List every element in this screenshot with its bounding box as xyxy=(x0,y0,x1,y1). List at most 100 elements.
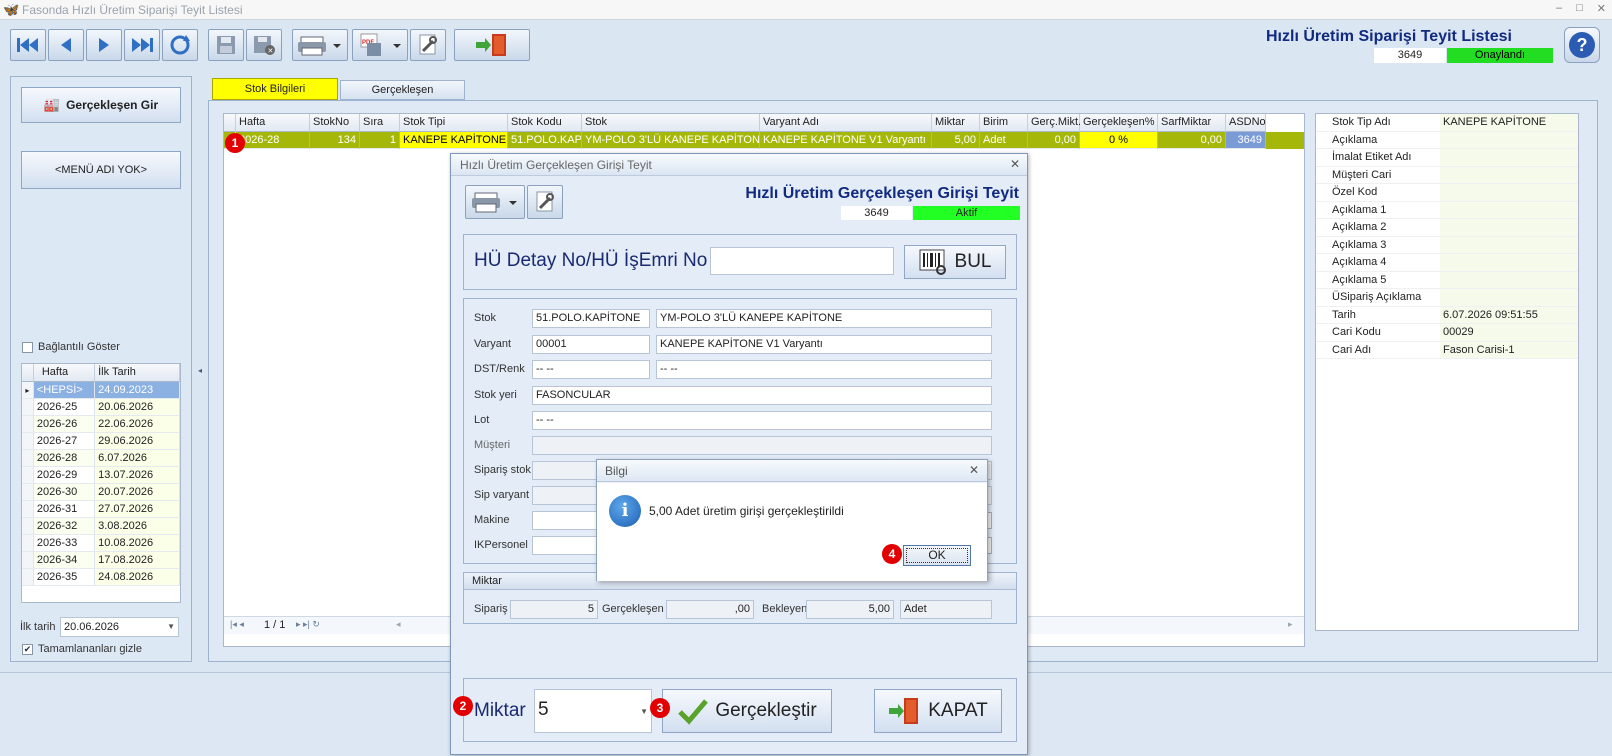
ok-button[interactable]: OK xyxy=(903,545,971,566)
varyant-code-field[interactable]: 00001 xyxy=(532,335,650,354)
property-row[interactable]: Açıklama xyxy=(1316,131,1578,149)
week-row[interactable]: 2026-31 27.07.2026 xyxy=(22,501,180,518)
message-box-close-icon[interactable]: ✕ xyxy=(969,463,979,477)
property-row[interactable]: Stok Tip Adı KANEPE KAPİTONE xyxy=(1316,114,1578,132)
tab-stok-bilgileri[interactable]: Stok Bilgileri xyxy=(212,78,338,100)
column-header-ilk-tarih[interactable]: İlk Tarih xyxy=(95,364,180,382)
tamamlananlari-gizle-option[interactable]: ✔ Tamamlananları gizle xyxy=(22,643,142,655)
row-indicator[interactable] xyxy=(22,569,34,586)
property-row[interactable]: Açıklama 3 xyxy=(1316,236,1578,254)
dialog-settings-button[interactable] xyxy=(527,185,563,219)
pager-next-icon[interactable]: ▸ ▸| ↻ xyxy=(296,619,320,630)
pager-first-icon[interactable]: |◂ ◂ xyxy=(230,619,244,630)
delete-button[interactable]: ✕ xyxy=(246,29,282,61)
property-row[interactable]: Açıklama 2 xyxy=(1316,219,1578,237)
column-header[interactable]: ASDNo xyxy=(1226,114,1266,132)
dst-name-field[interactable]: -- -- xyxy=(656,360,992,379)
column-header[interactable]: StokNo xyxy=(310,114,360,132)
menu-adi-yok-button[interactable]: <MENÜ ADI YOK> xyxy=(21,151,181,189)
property-row[interactable]: Açıklama 4 xyxy=(1316,254,1578,272)
stok-yeri-field[interactable]: FASONCULAR xyxy=(532,386,992,405)
row-indicator[interactable] xyxy=(22,484,34,501)
week-row[interactable]: 2026-26 22.06.2026 xyxy=(22,416,180,433)
week-row[interactable]: 2026-27 29.06.2026 xyxy=(22,433,180,450)
column-header[interactable]: Miktar xyxy=(932,114,980,132)
column-header[interactable]: Varyant Adı xyxy=(760,114,932,132)
week-row[interactable]: 2026-32 3.08.2026 xyxy=(22,518,180,535)
week-row[interactable]: 2026-35 24.08.2026 xyxy=(22,569,180,586)
property-row[interactable]: İmalat Etiket Adı xyxy=(1316,149,1578,167)
week-row[interactable]: 2026-33 10.08.2026 xyxy=(22,535,180,552)
dst-code-field[interactable]: -- -- xyxy=(532,360,650,379)
property-row[interactable]: Özel Kod xyxy=(1316,184,1578,202)
stok-code-field[interactable]: 51.POLO.KAPİTONE xyxy=(532,309,650,328)
dialog-close-icon[interactable]: ✕ xyxy=(1010,157,1020,171)
gerceklesen-gir-button[interactable]: 🏭 Gerçekleşen Gir xyxy=(21,87,181,123)
tamamlananlari-gizle-checkbox[interactable]: ✔ xyxy=(22,643,33,655)
splitter-left-arrow[interactable]: ◂ xyxy=(198,366,202,375)
settings-button[interactable] xyxy=(410,29,446,61)
property-row[interactable]: Tarih 6.07.2026 09:51:55 xyxy=(1316,306,1578,324)
first-record-button[interactable] xyxy=(10,29,46,61)
column-header-hafta[interactable]: Hafta xyxy=(33,364,96,382)
stok-name-field[interactable]: YM-POLO 3'LÜ KANEPE KAPİTONE xyxy=(656,309,992,328)
minimize-icon[interactable]: – xyxy=(1556,2,1562,15)
column-header[interactable]: SarfMiktar xyxy=(1158,114,1226,132)
column-header[interactable]: Hafta xyxy=(236,114,310,132)
chevron-down-icon[interactable]: ▼ xyxy=(640,690,648,732)
pdf-export-button[interactable]: PDF xyxy=(352,29,408,61)
row-indicator[interactable] xyxy=(22,467,34,484)
week-row[interactable]: 2026-25 20.06.2026 xyxy=(22,399,180,416)
week-row[interactable]: ▸ <HEPSİ> 24.09.2023 xyxy=(22,382,180,399)
row-indicator[interactable] xyxy=(22,535,34,552)
kapat-button[interactable]: KAPAT xyxy=(874,689,1002,733)
property-row[interactable]: Açıklama 5 xyxy=(1316,271,1578,289)
gerceklestir-button[interactable]: Gerçekleştir xyxy=(662,689,832,733)
dialog-print-button[interactable] xyxy=(465,185,525,219)
property-row[interactable]: Cari Adı Fason Carisi-1 xyxy=(1316,341,1578,359)
property-row[interactable]: Müşteri Cari xyxy=(1316,166,1578,184)
column-header[interactable]: Stok Kodu xyxy=(508,114,582,132)
scroll-right-icon[interactable]: ▸ xyxy=(1288,619,1293,630)
row-indicator[interactable] xyxy=(22,552,34,569)
last-record-button[interactable] xyxy=(124,29,160,61)
next-record-button[interactable] xyxy=(86,29,122,61)
week-row[interactable]: 2026-30 20.07.2026 xyxy=(22,484,180,501)
row-indicator[interactable] xyxy=(22,416,34,433)
row-indicator[interactable] xyxy=(22,518,34,535)
column-header[interactable]: Gerç.Mikt. xyxy=(1028,114,1081,132)
row-indicator[interactable] xyxy=(22,433,34,450)
column-header[interactable]: Stok Tipi xyxy=(400,114,508,132)
table-row[interactable]: 2026-28 134 1 KANEPE KAPİTONE 51.POLO.KAPİ YM… xyxy=(224,132,1304,149)
row-indicator[interactable]: ▸ xyxy=(22,382,34,399)
property-row[interactable]: Cari Kodu 00029 xyxy=(1316,324,1578,342)
varyant-name-field[interactable]: KANEPE KAPİTONE V1 Varyantı xyxy=(656,335,992,354)
miktar-input[interactable]: 5 ▼ xyxy=(534,689,652,733)
property-row[interactable]: Açıklama 1 xyxy=(1316,201,1578,219)
save-button[interactable] xyxy=(208,29,244,61)
property-row[interactable]: ÜSipariş Açıklama xyxy=(1316,289,1578,307)
close-icon[interactable]: ✕ xyxy=(1597,2,1606,15)
row-indicator[interactable] xyxy=(22,501,34,518)
lot-field[interactable]: -- -- xyxy=(532,411,992,430)
column-header[interactable]: Stok xyxy=(582,114,760,132)
bul-button[interactable]: BUL xyxy=(904,245,1006,279)
chevron-down-icon[interactable]: ▼ xyxy=(167,618,175,636)
tab-gerceklesen[interactable]: Gerçekleşen xyxy=(340,80,465,100)
week-row[interactable]: 2026-29 13.07.2026 xyxy=(22,467,180,484)
week-row[interactable]: 2026-34 17.08.2026 xyxy=(22,552,180,569)
scroll-left-icon[interactable]: ◂ xyxy=(396,619,401,630)
prev-record-button[interactable] xyxy=(48,29,84,61)
help-button[interactable]: ? xyxy=(1564,27,1600,63)
baglantili-goster-checkbox[interactable] xyxy=(22,341,33,353)
baglantili-goster-option[interactable]: Bağlantılı Göster xyxy=(22,341,120,353)
refresh-button[interactable] xyxy=(162,29,198,61)
column-header[interactable]: Gerçekleşen% xyxy=(1080,114,1158,132)
row-indicator[interactable] xyxy=(22,450,34,467)
ilk-tarih-input[interactable]: 20.06.2026 ▼ xyxy=(60,617,179,637)
row-indicator[interactable] xyxy=(22,399,34,416)
search-input[interactable] xyxy=(710,247,894,275)
column-header[interactable]: Sıra xyxy=(360,114,400,132)
column-header[interactable]: Birim xyxy=(980,114,1028,132)
week-row[interactable]: 2026-28 6.07.2026 xyxy=(22,450,180,467)
